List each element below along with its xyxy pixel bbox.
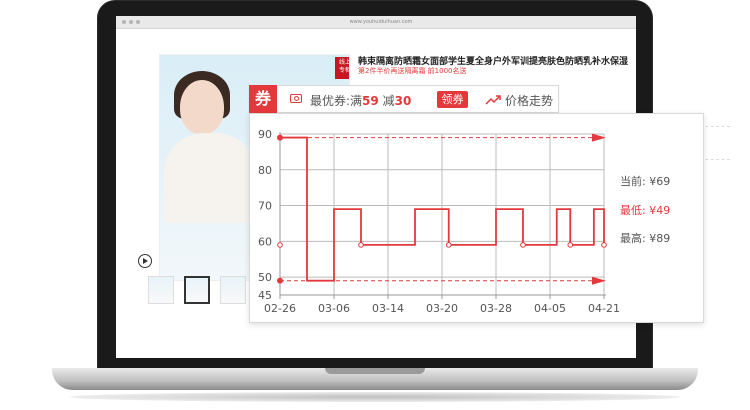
ticket-icon (290, 94, 302, 103)
x-tick-label: 03-28 (480, 302, 512, 315)
x-tick-label: 04-05 (534, 302, 566, 315)
product-promo-text: 第2件半价再送隔离霜 前1000名送 (358, 67, 467, 75)
badge-line1: 线上 (338, 59, 350, 66)
dash-decor-2 (700, 159, 730, 160)
y-tick-label: 80 (258, 164, 272, 177)
coupon-prefix: 最优券:满 (310, 94, 363, 108)
highest-price-label: 最高: ¥89 (620, 232, 671, 245)
price-point (277, 242, 283, 248)
coupon-badge[interactable]: 券 (249, 85, 277, 113)
y-tick-label: 70 (258, 200, 272, 213)
y-tick-label: 50 (258, 271, 272, 284)
price-chart: 90 80 70 60 50 4502-26 03-06 03-14 03-20 03-28 04-… (258, 128, 620, 315)
zoom-dot-icon[interactable] (136, 20, 140, 24)
x-tick-label: 03-14 (372, 302, 404, 315)
x-tick-label: 02-26 (264, 302, 296, 315)
badge-line2: 专柜 (338, 67, 350, 74)
online-counter-badge: 线上 专柜 (335, 57, 350, 79)
close-dot-icon[interactable] (122, 20, 126, 24)
trend-icon (485, 95, 501, 105)
coupon-threshold: 59 (362, 94, 379, 108)
x-tick-label: 04-21 (588, 302, 620, 315)
minimize-dot-icon[interactable] (129, 20, 133, 24)
price-point (358, 242, 364, 248)
price-point (520, 242, 526, 248)
model-face (180, 80, 224, 134)
play-video-icon[interactable] (138, 254, 152, 268)
browser-bar: www.youhuiduihuan.com (116, 16, 636, 29)
x-tick-label: 03-20 (426, 302, 458, 315)
laptop-shadow (70, 392, 680, 402)
min-marker (277, 277, 283, 284)
thumbnail-1[interactable] (148, 276, 174, 304)
thumbnail-2[interactable] (184, 276, 210, 304)
price-point (445, 242, 452, 248)
address-bar[interactable]: www.youhuiduihuan.com (326, 19, 436, 25)
y-tick-label: 90 (258, 128, 272, 141)
price-chart-panel: 90 80 70 60 50 45 02-26 03-06 03-14 03-20 03-28 04-… (249, 113, 704, 323)
current-price-label: 当前: ¥69 (620, 175, 671, 188)
model-body (164, 133, 256, 223)
thumbnail-3[interactable] (220, 276, 246, 304)
dash-decor-1 (700, 126, 730, 127)
y-tick-label: 60 (258, 235, 272, 248)
coupon-discount: 30 (394, 94, 412, 108)
price-trend-tab[interactable]: 价格走势 (505, 92, 553, 109)
lowest-price-label: 最低: ¥49 (620, 204, 671, 217)
price-point (567, 242, 574, 248)
x-tick-label: 03-06 (318, 302, 350, 315)
laptop-base-notch (325, 368, 425, 374)
best-coupon-text: 最优券:满59 减30 (310, 92, 411, 109)
get-coupon-button[interactable]: 领券 (437, 91, 468, 108)
coupon-mid: 减 (382, 94, 395, 108)
y-tick-label: 45 (258, 289, 272, 302)
price-point (601, 242, 607, 248)
